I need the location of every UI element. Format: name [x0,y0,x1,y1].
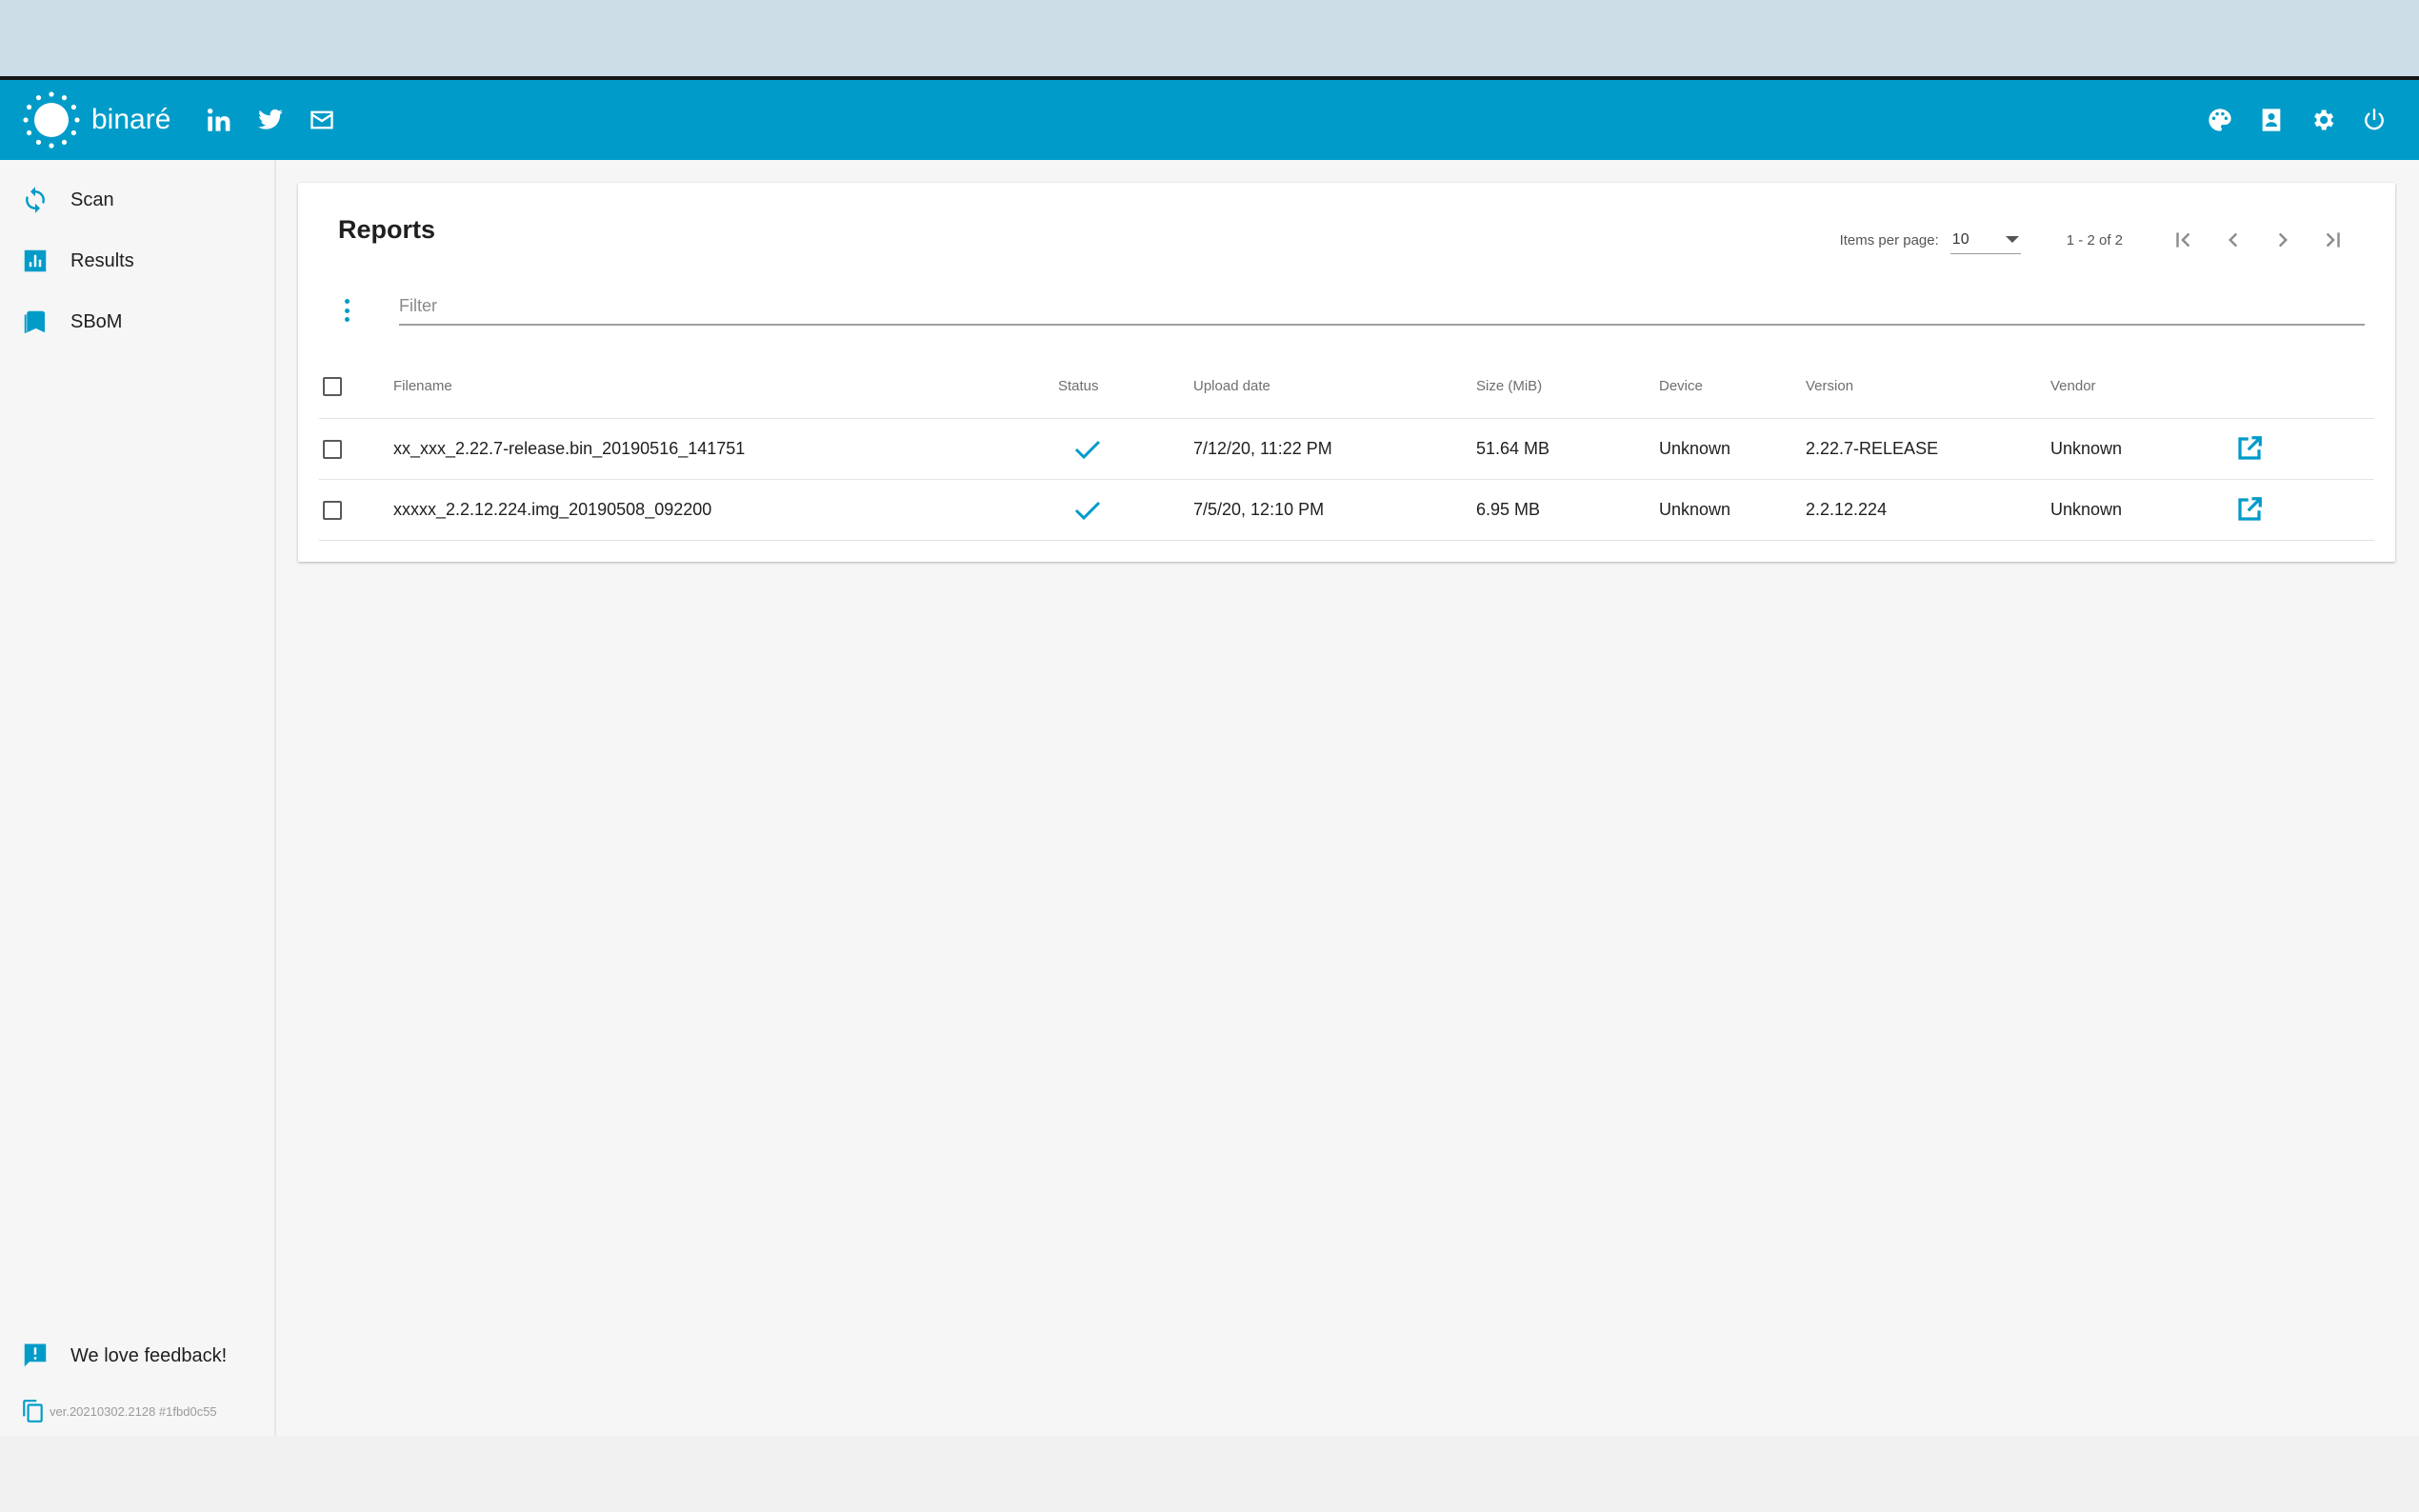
version-text: ver.20210302.2128 #1fbd0c55 [50,1403,217,1419]
twitter-icon[interactable] [245,94,296,146]
power-icon[interactable] [2349,94,2400,146]
first-page-icon [2176,232,2190,248]
open-report-cell [2235,480,2266,540]
sidebar-item-results[interactable]: Results [0,232,276,289]
filename-cell: xx_xxx_2.22.7-release.bin_20190516_14175… [393,439,746,458]
sidebar: Scan Results SBoM We love feedback! ver.… [0,160,276,1436]
upload-date-cell: 7/12/20, 11:22 PM [1193,439,1332,458]
feedback-link[interactable]: We love feedback! [0,1327,276,1384]
version-info[interactable]: ver.20210302.2128 #1fbd0c55 [21,1398,217,1424]
last-page-icon [2326,232,2340,248]
size-cell: 6.95 MB [1476,500,1541,519]
device-cell: Unknown [1659,439,1731,458]
page-title: Reports [338,215,436,244]
copy-icon [23,1400,43,1422]
column-header-size[interactable]: Size (MiB) [1476,354,1542,418]
status-cell [1073,480,1102,540]
open-in-new-icon[interactable] [2235,434,2266,465]
bottom-strip [0,1436,2419,1512]
bookmark-icon [24,310,45,333]
table-row[interactable]: xx_xxx_2.22.7-release.bin_20190516_14175… [319,419,2374,480]
brand-name: binaré [91,104,171,135]
column-header-device[interactable]: Device [1659,354,1703,418]
column-header-version[interactable]: Version [1806,354,1853,418]
row-checkbox[interactable] [323,500,342,520]
items-per-page-value: 10 [1951,230,1969,248]
sync-icon [26,187,45,213]
mail-icon[interactable] [296,94,348,146]
vendor-cell: Unknown [2050,500,2123,519]
account-icon[interactable] [2246,94,2297,146]
first-page-button[interactable] [2159,221,2209,259]
column-header-filename[interactable]: Filename [393,354,452,418]
column-header-upload-date[interactable]: Upload date [1193,354,1270,418]
sidebar-item-label: SBoM [70,310,123,332]
chevron-right-icon [2278,232,2288,248]
table-header-row: Filename Status Upload date Size (MiB) D… [319,354,2374,419]
sidebar-item-sbom[interactable]: SBoM [0,293,276,350]
column-header-vendor[interactable]: Vendor [2050,354,2096,418]
row-select-cell [323,480,342,540]
bar-chart-icon [24,249,47,272]
filter-input[interactable] [399,288,2365,326]
items-per-page-label: Items per page: [1839,231,1939,249]
check-icon [1073,499,1102,522]
status-cell [1073,419,1102,479]
select-all-cell [323,354,342,418]
sidebar-item-label: Scan [70,189,114,210]
version-cell: 2.2.12.224 [1806,500,1888,519]
row-checkbox[interactable] [323,439,342,459]
device-cell: Unknown [1659,500,1731,519]
chevron-left-icon [2229,232,2238,248]
open-in-new-icon[interactable] [2235,495,2266,526]
last-page-button[interactable] [2308,221,2357,259]
feedback-icon [24,1343,47,1367]
next-page-button[interactable] [2258,221,2308,259]
column-header-status[interactable]: Status [1058,354,1099,418]
more-vert-icon[interactable] [336,295,357,326]
filter-row [336,288,2365,329]
filename-cell: xxxxx_2.2.12.224.img_20190508_092200 [393,500,712,519]
items-per-page-select[interactable]: 10 [1949,226,2021,254]
row-select-cell [323,419,342,479]
table-row[interactable]: xxxxx_2.2.12.224.img_20190508_092200 7/5… [319,480,2374,541]
linkedin-icon[interactable] [193,94,245,146]
check-icon [1073,438,1102,461]
sidebar-item-scan[interactable]: Scan [0,171,276,229]
sidebar-item-label: Results [70,249,134,271]
paginator: Items per page: 10 1 - 2 of 2 [1840,221,2357,259]
chevron-down-icon [2005,236,2019,243]
binare-logo-icon[interactable] [19,88,84,152]
settings-icon[interactable] [2297,94,2349,146]
feedback-label: We love feedback! [70,1344,228,1366]
previous-page-button[interactable] [2209,221,2258,259]
palette-icon[interactable] [2194,94,2246,146]
version-cell: 2.22.7-RELEASE [1806,439,1939,458]
reports-card: Reports Items per page: 10 1 - 2 of 2 Fi… [298,183,2395,562]
size-cell: 51.64 MB [1476,439,1550,458]
open-report-cell [2235,419,2266,479]
upload-date-cell: 7/5/20, 12:10 PM [1193,500,1325,519]
reports-table: Filename Status Upload date Size (MiB) D… [319,354,2374,541]
app-bar: binaré [0,76,2419,160]
browser-top-strip [0,0,2419,76]
select-all-checkbox[interactable] [323,376,342,396]
page-range-label: 1 - 2 of 2 [2066,231,2123,249]
vendor-cell: Unknown [2050,439,2123,458]
